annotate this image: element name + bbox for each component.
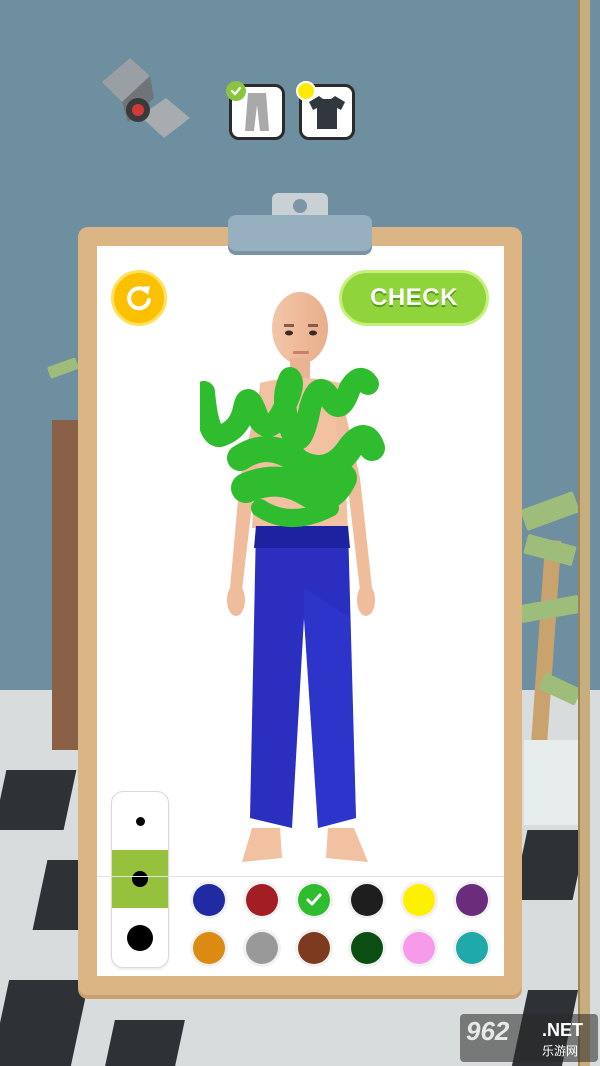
watermark-suffix: .NET — [542, 1020, 584, 1040]
color-swatch-pink[interactable] — [403, 932, 435, 964]
character-figure — [200, 292, 385, 862]
brush-size-large[interactable] — [112, 909, 168, 967]
color-swatch-orange[interactable] — [193, 932, 225, 964]
shirt-slot[interactable] — [296, 81, 355, 140]
brush-size-small[interactable] — [112, 792, 168, 850]
color-swatch-brown[interactable] — [298, 932, 330, 964]
small-dot-icon — [135, 816, 145, 826]
watermark-cn: 乐游网 — [542, 1044, 579, 1058]
medium-dot-icon — [132, 871, 148, 887]
site-watermark: 962 .NET 乐游网 — [460, 1014, 598, 1062]
clipboard-clip — [228, 193, 372, 255]
pants-slot[interactable] — [226, 81, 285, 140]
green-paint-strokes — [200, 367, 385, 527]
large-dot-icon — [127, 925, 153, 951]
plant-pot — [524, 740, 580, 825]
wooden-pole — [578, 0, 590, 1066]
reset-icon — [127, 286, 151, 311]
watermark-number: 962 — [466, 1016, 510, 1046]
color-swatch-gray[interactable] — [245, 932, 278, 964]
blue-pants — [250, 526, 356, 828]
paper-divider — [97, 876, 504, 877]
color-swatch-green[interactable] — [298, 884, 330, 916]
color-swatch-navy-blue[interactable] — [193, 884, 225, 916]
color-swatch-purple[interactable] — [455, 884, 488, 916]
color-swatch-black[interactable] — [350, 884, 383, 916]
color-swatch-red[interactable] — [245, 884, 278, 916]
security-camera-icon — [102, 58, 190, 138]
completed-check-icon — [226, 81, 246, 101]
pants-icon — [245, 93, 269, 131]
color-palette — [193, 884, 493, 966]
selected-check-icon — [306, 893, 322, 906]
clothing-tray — [226, 81, 355, 140]
active-indicator — [296, 81, 316, 101]
brush-size-medium[interactable] — [112, 850, 168, 908]
color-swatch-dark-green[interactable] — [350, 932, 383, 964]
brush-size-panel — [111, 791, 169, 968]
reset-button[interactable] — [111, 270, 167, 326]
color-swatch-yellow[interactable] — [403, 884, 435, 916]
color-swatch-teal[interactable] — [455, 932, 488, 964]
